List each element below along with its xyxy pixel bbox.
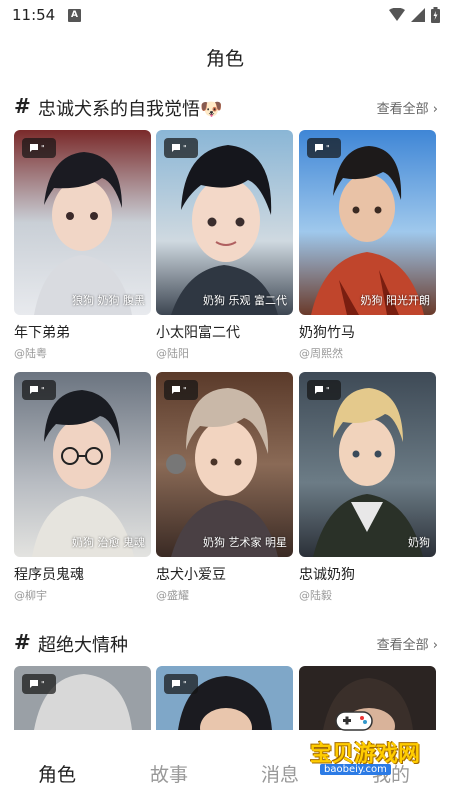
character-author: @盛耀: [156, 589, 189, 602]
character-card[interactable]: ": [14, 666, 151, 730]
character-author: @陆毅: [299, 589, 332, 602]
character-card[interactable]: ": [156, 666, 293, 730]
character-author: @柳宇: [14, 589, 47, 602]
chat-badge-icon: ": [22, 380, 56, 400]
watermark-url: baobeiy.com: [320, 764, 391, 775]
chat-badge-icon: ": [164, 380, 198, 400]
character-card[interactable]: " 奶狗 乐观 富二代 小太阳富二代 @陆阳: [156, 130, 293, 360]
page-title: 角色: [205, 48, 244, 70]
character-thumbnail[interactable]: " 奶狗: [299, 372, 436, 557]
svg-text:": ": [41, 386, 45, 395]
character-tags: 奶狗: [408, 536, 430, 549]
character-thumbnail[interactable]: ": [156, 666, 293, 730]
section-header: # 忠诚犬系的自我觉悟🐶 查看全部 ›: [14, 94, 438, 120]
section-title: 忠诚犬系的自我觉悟🐶: [38, 99, 223, 120]
chat-badge-icon: ": [164, 674, 198, 694]
svg-text:": ": [41, 680, 45, 689]
svg-text:": ": [326, 386, 330, 395]
character-thumbnail[interactable]: " 奶狗 阳光开朗: [299, 130, 436, 315]
svg-text:": ": [183, 144, 187, 153]
signal-icon: [389, 8, 405, 21]
character-thumbnail[interactable]: " 狼狗 奶狗 腹黑: [14, 130, 151, 315]
character-thumbnail[interactable]: " 奶狗 乐观 富二代: [156, 130, 293, 315]
svg-text:": ": [41, 144, 45, 153]
notification-a-icon: A: [68, 9, 81, 22]
character-thumbnail[interactable]: " 奶狗 治愈 鬼魂: [14, 372, 151, 557]
character-thumbnail[interactable]: " 奶狗 艺术家 明星: [156, 372, 293, 557]
hash-icon: #: [14, 94, 31, 118]
character-tags: 奶狗 艺术家 明星: [203, 536, 287, 549]
tab-messages[interactable]: 消息: [261, 760, 299, 787]
character-name: 忠诚奶狗: [299, 567, 355, 583]
character-card[interactable]: " 奶狗 阳光开朗 奶狗竹马 @周熙然: [299, 130, 436, 360]
battery-icon: [431, 7, 440, 23]
svg-text:": ": [183, 386, 187, 395]
section-header: # 超绝大情种 查看全部 ›: [14, 630, 438, 656]
character-card[interactable]: " 奶狗 治愈 鬼魂 程序员鬼魂 @柳宇: [14, 372, 151, 602]
tab-stories[interactable]: 故事: [150, 760, 188, 787]
character-author: @周熙然: [299, 347, 343, 360]
gamepad-icon: [335, 711, 373, 731]
character-author: @陆粤: [14, 347, 47, 360]
character-name: 年下弟弟: [14, 325, 70, 341]
chat-badge-icon: ": [164, 138, 198, 158]
view-all-link[interactable]: 查看全部 ›: [377, 98, 438, 117]
status-bar: 11:54 A: [0, 0, 450, 32]
character-card[interactable]: " 狼狗 奶狗 腹黑 年下弟弟 @陆粤: [14, 130, 151, 360]
character-author: @陆阳: [156, 347, 189, 360]
hash-icon: #: [14, 630, 31, 654]
character-card[interactable]: " 奶狗 艺术家 明星 忠犬小爱豆 @盛耀: [156, 372, 293, 602]
character-tags: 狼狗 奶狗 腹黑: [72, 294, 145, 307]
chat-badge-icon: ": [307, 138, 341, 158]
status-time: 11:54: [12, 6, 56, 24]
character-card[interactable]: " 奶狗 忠诚奶狗 @陆毅: [299, 372, 436, 602]
system-icons: [389, 7, 440, 23]
chat-badge-icon: ": [22, 674, 56, 694]
view-all-link[interactable]: 查看全部 ›: [377, 634, 438, 653]
character-name: 程序员鬼魂: [14, 567, 84, 583]
tab-characters[interactable]: 角色: [38, 760, 76, 787]
character-name: 奶狗竹马: [299, 325, 355, 341]
section-loyal-dogs: # 忠诚犬系的自我觉悟🐶 查看全部 › " 狼狗 奶狗 腹黑 年下弟弟 @陆粤: [0, 92, 450, 612]
chat-badge-icon: ": [307, 380, 341, 400]
svg-text:": ": [326, 144, 330, 153]
character-tags: 奶狗 乐观 富二代: [203, 294, 287, 307]
character-tags: 奶狗 治愈 鬼魂: [72, 536, 145, 549]
character-name: 小太阳富二代: [156, 325, 240, 341]
character-name: 忠犬小爱豆: [156, 567, 226, 583]
character-tags: 奶狗 阳光开朗: [360, 294, 431, 307]
character-thumbnail[interactable]: ": [14, 666, 151, 730]
site-watermark: 宝贝游戏网 baobeiy.com: [300, 708, 420, 788]
chat-badge-icon: ": [22, 138, 56, 158]
svg-text:": ": [183, 680, 187, 689]
cellular-icon: [411, 8, 425, 22]
section-title: 超绝大情种: [38, 635, 128, 656]
